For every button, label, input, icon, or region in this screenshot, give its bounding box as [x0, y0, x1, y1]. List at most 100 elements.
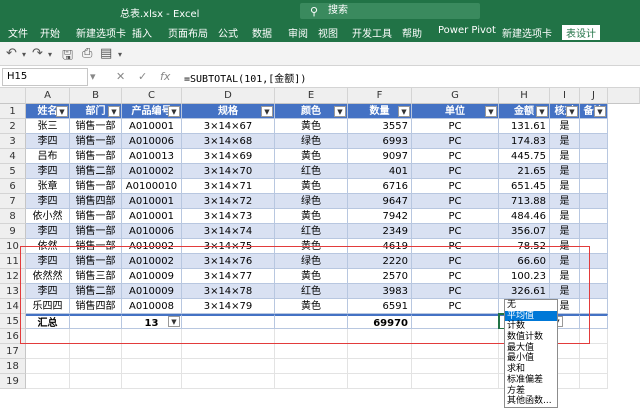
row-header[interactable]: 8 [0, 209, 26, 224]
column-header[interactable] [608, 88, 640, 104]
empty-cell[interactable] [122, 359, 182, 374]
empty-cell[interactable] [70, 344, 122, 359]
column-header[interactable]: I [550, 88, 580, 104]
filter-dropdown-icon[interactable]: ▼ [56, 106, 68, 117]
menu-item[interactable]: 计数 [505, 321, 557, 332]
save-icon[interactable]: 🖫 [62, 46, 73, 68]
column-header[interactable]: J [580, 88, 608, 104]
table-cell[interactable]: 李四 [26, 224, 70, 239]
namebox-dropdown-icon[interactable]: ▾ [90, 70, 96, 83]
table-cell[interactable]: 9647 [348, 194, 412, 209]
table-cell[interactable]: 是 [550, 134, 580, 149]
table-cell[interactable]: PC [412, 224, 499, 239]
table-cell[interactable]: PC [412, 164, 499, 179]
redo-dropdown-icon[interactable]: ▾ [48, 50, 52, 59]
table-cell[interactable]: 是 [550, 209, 580, 224]
ribbon-tab[interactable]: 公式 [218, 25, 238, 40]
table-cell[interactable]: 吕布 [26, 149, 70, 164]
filter-dropdown-icon[interactable]: ▼ [334, 106, 346, 117]
ribbon-tab[interactable]: 开始 [40, 25, 60, 40]
menu-item[interactable]: 最小值 [505, 353, 557, 364]
row-header[interactable]: 6 [0, 179, 26, 194]
filter-dropdown-icon[interactable]: ▼ [594, 106, 606, 117]
table-cell[interactable]: 是 [550, 224, 580, 239]
table-cell[interactable]: 3×14×72 [182, 194, 275, 209]
table-cell[interactable]: 销售一部 [70, 134, 122, 149]
table-cell[interactable]: 黄色 [275, 119, 348, 134]
table-cell[interactable]: 9097 [348, 149, 412, 164]
table-cell[interactable]: 445.75 [499, 149, 550, 164]
table-cell[interactable]: 3×14×71 [182, 179, 275, 194]
ribbon-tab[interactable]: Power Pivot [438, 25, 496, 36]
menu-item[interactable]: 方差 [505, 386, 557, 397]
menu-item[interactable]: 标准偏差 [505, 375, 557, 386]
table-cell[interactable]: 是 [550, 194, 580, 209]
empty-cell[interactable] [26, 359, 70, 374]
row-header[interactable]: 1 [0, 104, 26, 119]
ribbon-tab[interactable]: 审阅 [288, 25, 308, 40]
table-cell[interactable]: 依小然 [26, 209, 70, 224]
table-cell[interactable] [580, 224, 608, 239]
row-header[interactable]: 18 [0, 359, 26, 374]
table-cell[interactable]: 3×14×74 [182, 224, 275, 239]
select-all-corner[interactable] [0, 88, 26, 104]
menu-item[interactable]: 平均值 [505, 310, 557, 322]
table-cell[interactable]: 销售一部 [70, 179, 122, 194]
table-cell[interactable]: 张章 [26, 179, 70, 194]
table-cell[interactable]: 李四 [26, 134, 70, 149]
empty-cell[interactable] [122, 374, 182, 389]
table-cell[interactable]: 6993 [348, 134, 412, 149]
table-cell[interactable]: 3×14×69 [182, 149, 275, 164]
table-cell[interactable]: 21.65 [499, 164, 550, 179]
table-cell[interactable] [580, 179, 608, 194]
table-cell[interactable]: 484.46 [499, 209, 550, 224]
empty-cell[interactable] [348, 359, 412, 374]
menu-item[interactable]: 无 [505, 300, 557, 311]
column-header[interactable]: A [26, 88, 70, 104]
total-function-menu[interactable]: 无平均值 计数 数值计数 最大值 最小值 求和 标准偏差 方差 其他函数... [504, 299, 558, 408]
column-header[interactable]: C [122, 88, 182, 104]
menu-item[interactable]: 最大值 [505, 343, 557, 354]
table-cell[interactable]: PC [412, 194, 499, 209]
table-cell[interactable]: 131.61 [499, 119, 550, 134]
table-cell[interactable]: A010006 [122, 224, 182, 239]
filter-dropdown-icon[interactable]: ▼ [108, 106, 120, 117]
table-cell[interactable]: 3×14×70 [182, 164, 275, 179]
table-cell[interactable]: 销售一部 [70, 224, 122, 239]
table-cell[interactable]: A010013 [122, 149, 182, 164]
print-preview-icon[interactable]: ⎙ [82, 46, 92, 61]
table-cell[interactable]: 销售四部 [70, 194, 122, 209]
table-cell[interactable]: 356.07 [499, 224, 550, 239]
filter-dropdown-icon[interactable]: ▼ [398, 106, 410, 117]
table-cell[interactable]: 是 [550, 149, 580, 164]
row-header[interactable]: 19 [0, 374, 26, 389]
ribbon-tab[interactable]: 表设计 [562, 25, 600, 40]
table-cell[interactable]: 3×14×67 [182, 119, 275, 134]
ribbon-tab[interactable]: 文件 [8, 25, 28, 40]
empty-cell[interactable] [182, 359, 275, 374]
formula-input[interactable]: =SUBTOTAL(101,[金额]) [184, 70, 306, 85]
name-box[interactable]: H15 [2, 68, 88, 86]
table-cell[interactable]: PC [412, 149, 499, 164]
table-cell[interactable]: 红色 [275, 164, 348, 179]
enter-icon[interactable]: ✓ [138, 70, 147, 83]
table-cell[interactable] [580, 194, 608, 209]
table-cell[interactable]: 是 [550, 179, 580, 194]
column-header[interactable]: D [182, 88, 275, 104]
empty-cell[interactable] [182, 374, 275, 389]
column-header[interactable]: E [275, 88, 348, 104]
filter-dropdown-icon[interactable]: ▼ [168, 106, 180, 117]
row-header[interactable]: 5 [0, 164, 26, 179]
table-cell[interactable]: 174.83 [499, 134, 550, 149]
empty-cell[interactable] [182, 344, 275, 359]
table-cell[interactable]: 销售一部 [70, 209, 122, 224]
table-cell[interactable]: 是 [550, 164, 580, 179]
table-cell[interactable]: 3557 [348, 119, 412, 134]
empty-cell[interactable] [580, 374, 608, 389]
cancel-icon[interactable]: ✕ [116, 70, 125, 83]
ribbon-tab[interactable]: 新建选项卡 [76, 25, 126, 40]
filter-dropdown-icon[interactable]: ▼ [485, 106, 497, 117]
empty-cell[interactable] [275, 359, 348, 374]
ribbon-tab[interactable]: 视图 [318, 25, 338, 40]
empty-cell[interactable] [412, 359, 499, 374]
